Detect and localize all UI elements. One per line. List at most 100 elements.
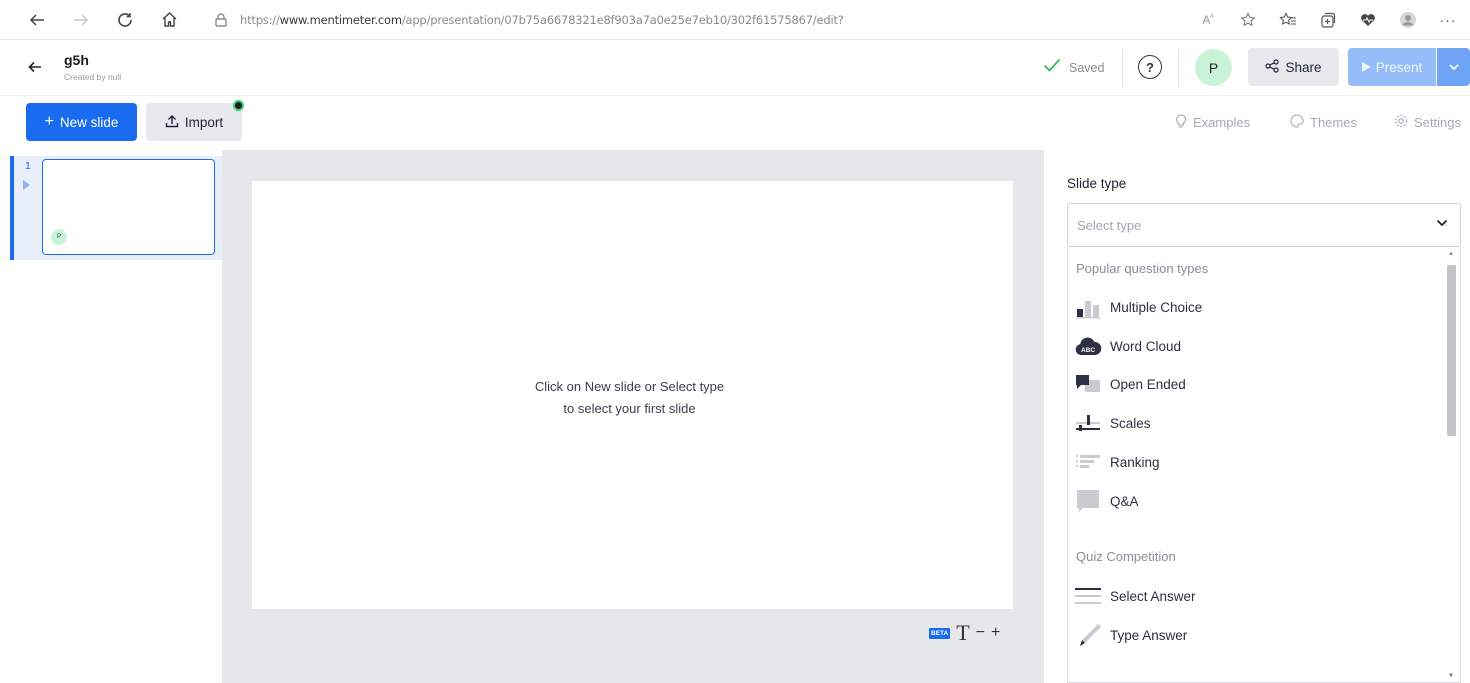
import-button[interactable]: Import: [146, 103, 242, 141]
bar-chart-icon: [1074, 293, 1102, 321]
canvas-area: Click on New slide or Select type to sel…: [222, 150, 1044, 683]
option-open-ended[interactable]: Open Ended: [1074, 367, 1434, 401]
option-multiple-choice[interactable]: Multiple Choice: [1074, 290, 1434, 324]
dropdown-scrollbar[interactable]: ▲ ▼: [1446, 251, 1456, 679]
option-label: Type Answer: [1110, 627, 1188, 643]
browser-actions: Aᴬ ···: [1192, 0, 1464, 40]
beta-badge: BETA: [929, 627, 951, 639]
scales-icon: [1074, 409, 1102, 437]
presentation-title[interactable]: g5h: [64, 52, 89, 68]
option-label: Scales: [1110, 415, 1151, 431]
pencil-icon: [1074, 621, 1102, 649]
option-label: Open Ended: [1110, 376, 1186, 392]
option-type-answer[interactable]: Type Answer: [1074, 618, 1434, 652]
back-icon[interactable]: [28, 58, 42, 79]
present-button[interactable]: Present: [1348, 48, 1436, 86]
more-options-icon[interactable]: ···: [1432, 5, 1464, 35]
header-divider: [1122, 50, 1123, 86]
themes-label: Themes: [1310, 115, 1357, 130]
option-label: Multiple Choice: [1110, 299, 1203, 315]
home-icon[interactable]: [152, 5, 186, 35]
slide-type-heading: Slide type: [1067, 176, 1127, 191]
empty-canvas-message: Click on New slide or Select type to sel…: [252, 376, 1007, 420]
empty-message-line1: Click on New slide or Select type: [534, 379, 725, 394]
add-favorite-icon[interactable]: [1232, 5, 1264, 35]
play-icon: [1361, 60, 1371, 75]
slide-type-dropdown: Popular question types Multiple Choice A…: [1067, 247, 1461, 683]
slide-type-panel: Slide type Select type Popular question …: [1044, 150, 1470, 683]
presentation-subtitle: Created by null: [64, 72, 122, 82]
url-path: /app/presentation/07b75a6678321e8f903a7a…: [401, 12, 844, 27]
plus-icon: +: [44, 113, 54, 130]
read-aloud-icon[interactable]: Aᴬ: [1192, 5, 1224, 35]
browser-toolbar: https://www.mentimeter.com/app/presentat…: [0, 0, 1470, 40]
upload-icon: [165, 114, 179, 131]
option-ranking[interactable]: Ranking: [1074, 445, 1434, 479]
quiz-section-header: Quiz Competition: [1076, 549, 1176, 564]
option-label: Q&A: [1110, 493, 1139, 509]
scroll-up-icon[interactable]: ▲: [1448, 251, 1454, 257]
ranking-icon: [1074, 448, 1102, 476]
share-button[interactable]: Share: [1248, 48, 1339, 86]
thumbnail-avatar: P: [51, 229, 67, 245]
forward-arrow-icon[interactable]: [64, 5, 98, 35]
header-divider: [1178, 50, 1179, 86]
option-select-answer[interactable]: Select Answer: [1074, 579, 1434, 613]
browser-nav: [20, 5, 186, 35]
popular-section-header: Popular question types: [1076, 261, 1209, 276]
option-qa[interactable]: Q&A: [1074, 484, 1434, 518]
saved-status: Saved: [1043, 58, 1104, 77]
app-header: g5h Created by null Saved ? P Share Pres…: [0, 40, 1470, 96]
browser-essentials-icon[interactable]: [1352, 5, 1384, 35]
increase-text-button[interactable]: +: [991, 624, 1000, 642]
empty-message-line2: to select your first slide: [563, 401, 696, 416]
word-cloud-icon: ABC: [1074, 332, 1102, 360]
collections-icon[interactable]: [1312, 5, 1344, 35]
examples-label: Examples: [1193, 115, 1251, 130]
profile-icon[interactable]: [1392, 5, 1424, 35]
palette-icon: [1290, 114, 1304, 131]
share-label: Share: [1285, 59, 1322, 75]
settings-link[interactable]: Settings: [1394, 114, 1461, 131]
slide-thumbnail[interactable]: P: [42, 159, 215, 255]
present-options-button[interactable]: [1437, 48, 1470, 86]
themes-link[interactable]: Themes: [1290, 114, 1357, 131]
saved-label: Saved: [1069, 60, 1105, 75]
select-placeholder: Select type: [1077, 218, 1142, 233]
qa-bubble-icon: [1074, 487, 1102, 515]
new-slide-label: New slide: [59, 114, 119, 130]
slide-number: 1: [25, 160, 31, 172]
scrollbar-thumb[interactable]: [1447, 265, 1456, 436]
new-slide-button[interactable]: + New slide: [26, 103, 137, 141]
slide-list: 1 P: [0, 150, 222, 683]
text-size-icon[interactable]: T: [956, 620, 969, 646]
url-text: https://www.mentimeter.com/app/presentat…: [240, 13, 844, 27]
slide-canvas[interactable]: Click on New slide or Select type to sel…: [252, 181, 1013, 609]
svg-text:ABC: ABC: [1081, 347, 1095, 354]
help-icon[interactable]: ?: [1138, 55, 1162, 79]
share-icon: [1265, 58, 1280, 76]
option-label: Word Cloud: [1110, 338, 1182, 354]
option-word-cloud[interactable]: ABC Word Cloud: [1074, 329, 1434, 363]
option-label: Select Answer: [1110, 588, 1196, 604]
lines-icon: [1074, 582, 1102, 610]
back-arrow-icon[interactable]: [20, 5, 54, 35]
gear-icon: [1394, 114, 1408, 131]
present-label: Present: [1375, 59, 1423, 75]
decrease-text-button[interactable]: −: [976, 624, 985, 642]
option-scales[interactable]: Scales: [1074, 406, 1434, 440]
slide-type-select[interactable]: Select type: [1067, 203, 1461, 247]
editor-toolbar: + New slide Import Examples Themes Setti…: [0, 96, 1470, 150]
settings-label: Settings: [1414, 115, 1461, 130]
scroll-down-icon[interactable]: ▼: [1448, 673, 1454, 679]
url-domain: www.mentimeter.com: [279, 12, 402, 27]
new-feature-badge: [233, 100, 244, 111]
slide-play-icon[interactable]: [23, 180, 30, 190]
examples-link[interactable]: Examples: [1175, 114, 1250, 131]
import-label: Import: [184, 114, 224, 130]
user-avatar[interactable]: P: [1195, 49, 1232, 86]
selected-slide-indicator: [10, 156, 14, 260]
favorites-icon[interactable]: [1272, 5, 1304, 35]
reload-icon[interactable]: [108, 5, 142, 35]
address-bar[interactable]: https://www.mentimeter.com/app/presentat…: [210, 5, 1110, 35]
